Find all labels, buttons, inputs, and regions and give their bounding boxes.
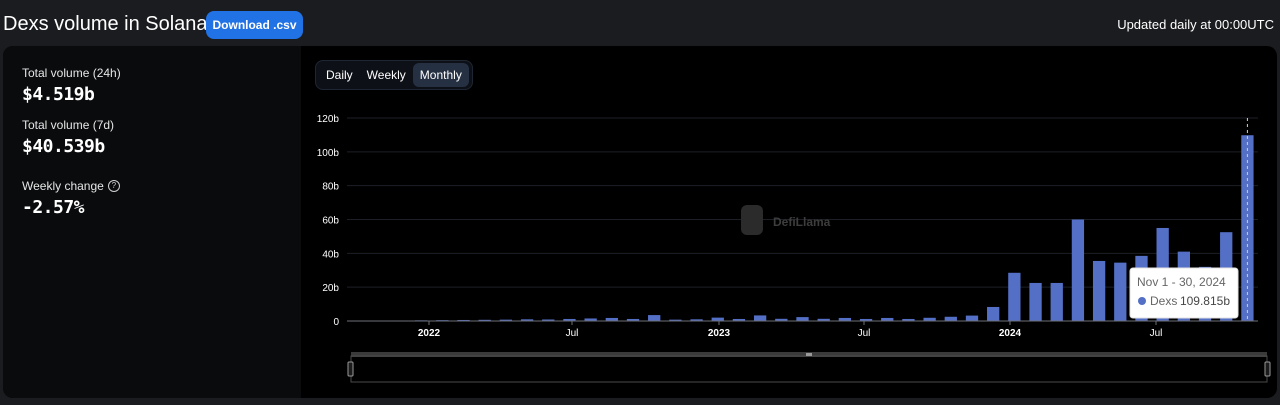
tooltip-series: Dexs (1150, 294, 1177, 308)
stat-value: $40.539b (22, 136, 105, 157)
bar (1029, 282, 1042, 321)
x-tick-label: 2023 (708, 328, 731, 339)
bar (987, 306, 1000, 321)
stat-weekly-change: Weekly change ? -2.57% (22, 179, 120, 218)
y-tick-label: 0 (333, 317, 339, 328)
bar (753, 315, 767, 321)
chart-panel: Total volume (24h) $4.519b Total volume … (3, 46, 1277, 398)
bar (1050, 282, 1063, 321)
header: Dexs volume in Solana Download .csv Upda… (0, 0, 1280, 48)
watermark-text: DefiLlama (773, 215, 831, 229)
y-tick-label: 60b (322, 216, 339, 227)
toggle-daily[interactable]: Daily (319, 63, 360, 87)
stat-label: Total volume (24h) (22, 66, 121, 80)
tooltip-date: Nov 1 - 30, 2024 (1137, 275, 1226, 289)
x-tick-label: Jul (858, 328, 871, 339)
y-tick-label: 40b (322, 249, 339, 260)
data-zoom-slider (347, 352, 1271, 383)
volume-bar-chart: 0 20b 40b 60b 80b 100b 120b DefiLlama 2022 Jul 202… (317, 114, 1271, 383)
bar (1008, 272, 1021, 321)
bar (1114, 262, 1127, 321)
tooltip-value: 109.815b (1180, 294, 1230, 308)
bar (944, 316, 957, 321)
zoom-handle-left[interactable] (347, 361, 354, 377)
x-tick-label: 2022 (418, 328, 441, 339)
toggle-weekly[interactable]: Weekly (360, 63, 413, 87)
download-csv-button[interactable]: Download .csv (206, 11, 303, 39)
stat-label: Weekly change ? (22, 179, 120, 193)
toggle-monthly[interactable]: Monthly (412, 63, 469, 87)
update-schedule-text: Updated daily at 00:00UTC (1117, 17, 1274, 32)
bar (1071, 219, 1085, 321)
stat-label: Total volume (7d) (22, 118, 115, 132)
x-tick-label: 2024 (999, 328, 1022, 339)
y-tick-label: 100b (317, 148, 340, 159)
bar (648, 315, 661, 321)
x-tick-label: Jul (1150, 328, 1163, 339)
help-icon[interactable]: ? (107, 180, 120, 192)
stat-value: -2.57% (22, 197, 85, 218)
stat-total-volume-7d: Total volume (7d) $40.539b (22, 118, 114, 157)
defillama-watermark: DefiLlama (741, 205, 831, 235)
bar (796, 317, 809, 321)
tooltip-marker (1138, 297, 1146, 305)
y-tick-label: 20b (322, 283, 339, 294)
zoom-handle-right[interactable] (1264, 361, 1271, 377)
x-tick-label: Jul (566, 328, 579, 339)
bar (965, 315, 979, 321)
y-tick-label: 80b (322, 182, 339, 193)
bar (711, 317, 724, 321)
y-tick-label: 120b (317, 114, 340, 125)
chart-tooltip: Nov 1 - 30, 2024 Dexs 109.815b (1129, 267, 1239, 319)
stats-sidebar: Total volume (24h) $4.519b Total volume … (3, 46, 301, 398)
watermark-logo-icon (741, 205, 763, 235)
zoom-window (350, 355, 1268, 383)
bar (1092, 260, 1106, 321)
zoom-drag-grip[interactable] (806, 353, 812, 356)
page-title: Dexs volume in Solana (3, 13, 208, 35)
stat-value: $4.519b (22, 84, 95, 105)
period-toggle: Daily Weekly Monthly (315, 60, 473, 90)
stat-total-volume-24h: Total volume (24h) $4.519b (22, 66, 121, 105)
stat-label-text: Weekly change (22, 179, 104, 193)
